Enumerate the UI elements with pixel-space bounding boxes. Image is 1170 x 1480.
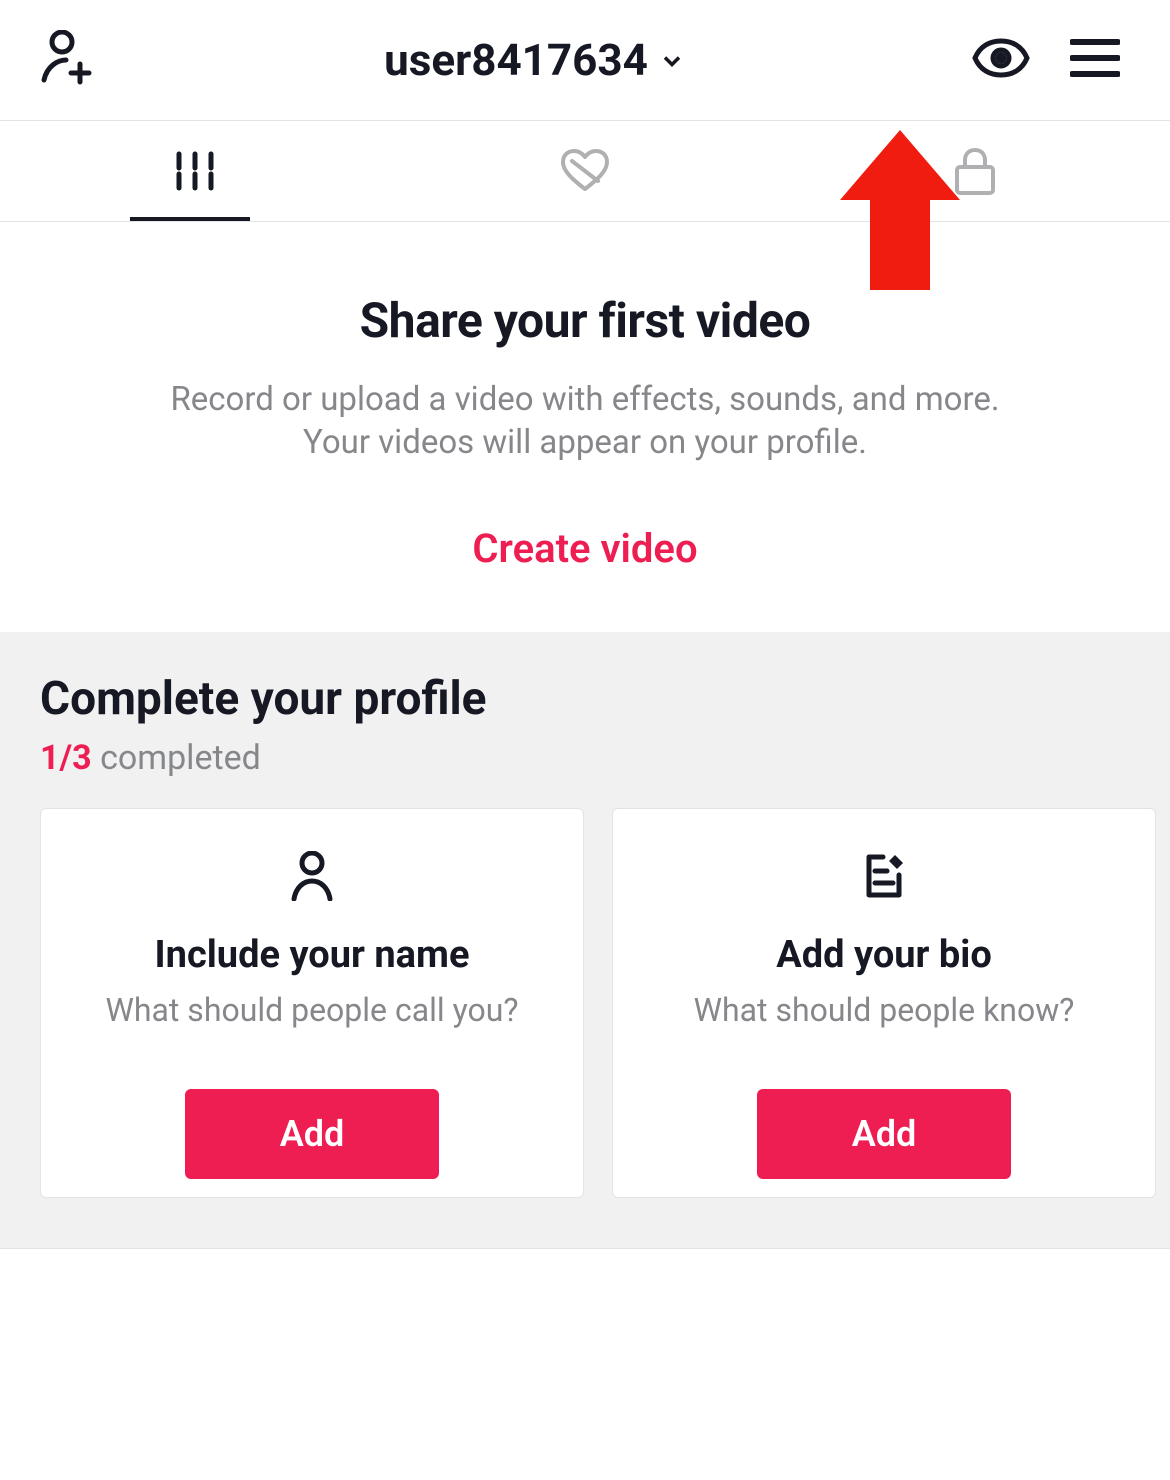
card-name: Include your name What should people cal… [40,808,584,1198]
profile-cards-row[interactable]: Include your name What should people cal… [40,808,1170,1198]
tab-liked[interactable] [390,149,780,193]
progress-count: 1/3 [40,738,92,778]
tab-private[interactable] [780,147,1170,195]
add-friend-icon[interactable] [40,30,98,90]
username-dropdown[interactable]: user8417634 [384,34,686,86]
empty-state: Share your first video Record or upload … [0,222,1170,632]
card-subtitle: What should people call you? [105,991,518,1029]
person-icon [290,851,334,901]
add-bio-button[interactable]: Add [757,1089,1011,1179]
progress-label: completed [92,738,261,778]
active-tab-indicator [130,217,250,221]
profile-tabs [0,121,1170,221]
profile-header: user8417634 [0,0,1170,120]
card-subtitle: What should people know? [694,991,1075,1029]
card-bio: Add your bio What should people know? Ad… [612,808,1156,1198]
chevron-down-icon [658,34,686,86]
username-label: user8417634 [384,34,648,86]
card-title: Add your bio [776,933,992,977]
eye-icon[interactable] [972,38,1030,82]
add-name-button[interactable]: Add [185,1089,439,1179]
section-divider [0,1248,1170,1249]
empty-title: Share your first video [50,292,1120,349]
complete-title: Complete your profile [40,672,1170,726]
card-title: Include your name [155,933,470,977]
tab-posts[interactable] [0,150,390,192]
empty-subtitle: Record or upload a video with effects, s… [50,379,1120,465]
hamburger-menu-icon[interactable] [1070,38,1120,82]
complete-progress: 1/3 completed [40,738,1170,778]
edit-note-icon [861,851,907,901]
complete-profile-section: Complete your profile 1/3 completed Incl… [0,632,1170,1248]
create-video-button[interactable]: Create video [50,525,1120,572]
